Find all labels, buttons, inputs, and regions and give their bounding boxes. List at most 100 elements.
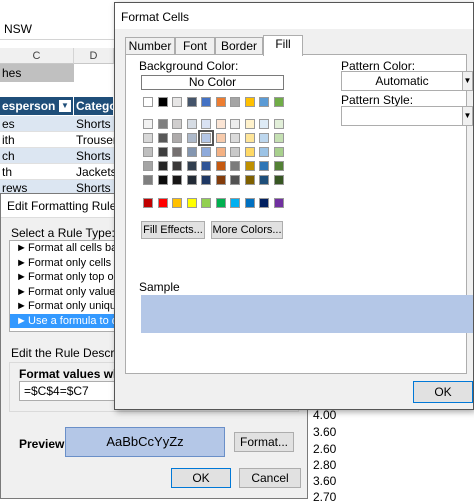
color-swatch[interactable] — [215, 97, 226, 107]
color-swatch[interactable] — [273, 97, 284, 107]
color-swatch[interactable] — [201, 119, 211, 129]
color-swatch[interactable] — [215, 175, 226, 185]
color-swatch[interactable] — [244, 147, 255, 157]
filter-dropdown-icon[interactable]: ▼ — [59, 100, 71, 112]
more-colors-button[interactable]: More Colors... — [211, 221, 283, 239]
color-swatch[interactable] — [172, 175, 182, 185]
color-swatch[interactable] — [143, 97, 153, 107]
color-swatch[interactable] — [244, 175, 255, 185]
table-cell[interactable]: ith — [0, 132, 74, 148]
color-swatch[interactable] — [244, 198, 255, 208]
cell-value[interactable]: 3.60 — [313, 474, 336, 488]
cell-value[interactable]: 3.60 — [313, 425, 336, 439]
color-swatch[interactable] — [273, 133, 284, 143]
color-swatch[interactable] — [230, 133, 240, 143]
tab-font[interactable]: Font — [175, 37, 215, 55]
table-cell[interactable]: es — [0, 116, 74, 132]
format-button[interactable]: Format... — [234, 432, 294, 452]
cell-value[interactable]: 4.00 — [313, 408, 336, 422]
color-swatch[interactable] — [201, 97, 211, 107]
color-swatch[interactable] — [259, 175, 269, 185]
color-swatch[interactable] — [273, 198, 284, 208]
color-swatch[interactable] — [157, 97, 168, 107]
cell-value[interactable]: 2.60 — [313, 442, 336, 456]
color-swatch[interactable] — [244, 161, 255, 171]
color-swatch[interactable] — [186, 119, 197, 129]
table-cell[interactable]: Jackets — [74, 164, 114, 180]
tab-number[interactable]: Number — [125, 37, 175, 55]
color-swatch[interactable] — [259, 97, 269, 107]
table-cell[interactable]: Shorts — [74, 116, 114, 132]
color-swatch[interactable] — [244, 119, 255, 129]
color-swatch[interactable] — [259, 119, 269, 129]
color-swatch[interactable] — [259, 133, 269, 143]
color-swatch[interactable] — [244, 133, 255, 143]
color-swatch[interactable] — [186, 198, 197, 208]
color-swatch[interactable] — [201, 147, 211, 157]
color-swatch[interactable] — [143, 147, 153, 157]
color-swatch[interactable] — [157, 119, 168, 129]
table-cell[interactable]: ch — [0, 148, 74, 164]
pattern-style-dropdown[interactable]: ▼ — [341, 106, 473, 126]
color-swatch[interactable] — [201, 161, 211, 171]
color-swatch[interactable] — [157, 147, 168, 157]
color-swatch[interactable] — [172, 97, 182, 107]
color-swatch[interactable] — [230, 97, 240, 107]
color-swatch[interactable] — [215, 133, 226, 143]
color-swatch[interactable] — [143, 175, 153, 185]
color-swatch[interactable] — [259, 161, 269, 171]
color-swatch[interactable] — [172, 161, 182, 171]
color-swatch[interactable] — [186, 97, 197, 107]
table-header-category[interactable]: Categor — [74, 97, 121, 115]
cell-gray[interactable]: hes — [0, 64, 74, 82]
color-swatch[interactable] — [230, 119, 240, 129]
color-swatch[interactable] — [172, 133, 182, 143]
color-swatch[interactable] — [230, 147, 240, 157]
color-swatch[interactable] — [186, 133, 197, 143]
color-swatch[interactable] — [172, 119, 182, 129]
color-swatch[interactable] — [259, 147, 269, 157]
color-swatch[interactable] — [143, 198, 153, 208]
tab-border[interactable]: Border — [215, 37, 263, 55]
color-swatch[interactable] — [201, 198, 211, 208]
color-swatch[interactable] — [186, 147, 197, 157]
tab-fill[interactable]: Fill — [263, 35, 303, 56]
color-swatch[interactable] — [198, 130, 214, 146]
color-swatch[interactable] — [157, 175, 168, 185]
color-swatch[interactable] — [172, 198, 182, 208]
cancel-button[interactable]: Cancel — [239, 468, 301, 488]
color-swatch[interactable] — [157, 161, 168, 171]
color-swatch[interactable] — [215, 161, 226, 171]
color-swatch[interactable] — [244, 97, 255, 107]
table-cell[interactable]: Trouser — [74, 132, 114, 148]
pattern-color-dropdown[interactable]: Automatic ▼ — [341, 71, 473, 91]
ok-button[interactable]: OK — [171, 468, 231, 488]
no-color-button[interactable]: No Color — [141, 75, 284, 90]
color-swatch[interactable] — [172, 147, 182, 157]
color-swatch[interactable] — [273, 175, 284, 185]
color-swatch[interactable] — [186, 161, 197, 171]
color-swatch[interactable] — [157, 198, 168, 208]
color-swatch[interactable] — [273, 119, 284, 129]
column-header-c[interactable]: C — [0, 48, 74, 64]
cell-value[interactable]: 2.70 — [313, 490, 336, 504]
color-swatch[interactable] — [230, 175, 240, 185]
color-swatch[interactable] — [143, 161, 153, 171]
table-cell[interactable]: Shorts — [74, 148, 114, 164]
color-swatch[interactable] — [143, 133, 153, 143]
column-header-d[interactable]: D — [74, 48, 114, 64]
color-swatch[interactable] — [215, 119, 226, 129]
color-swatch[interactable] — [215, 198, 226, 208]
color-swatch[interactable] — [230, 161, 240, 171]
color-swatch[interactable] — [157, 133, 168, 143]
fill-effects-button[interactable]: Fill Effects... — [141, 221, 205, 239]
color-swatch[interactable] — [143, 119, 153, 129]
color-swatch[interactable] — [273, 147, 284, 157]
ok-button[interactable]: OK — [413, 381, 473, 403]
color-swatch[interactable] — [201, 175, 211, 185]
color-swatch[interactable] — [215, 147, 226, 157]
color-swatch[interactable] — [259, 198, 269, 208]
color-swatch[interactable] — [186, 175, 197, 185]
table-header-salesperson[interactable]: esperson ▼ — [0, 97, 74, 115]
name-box[interactable]: NSW — [0, 20, 130, 40]
